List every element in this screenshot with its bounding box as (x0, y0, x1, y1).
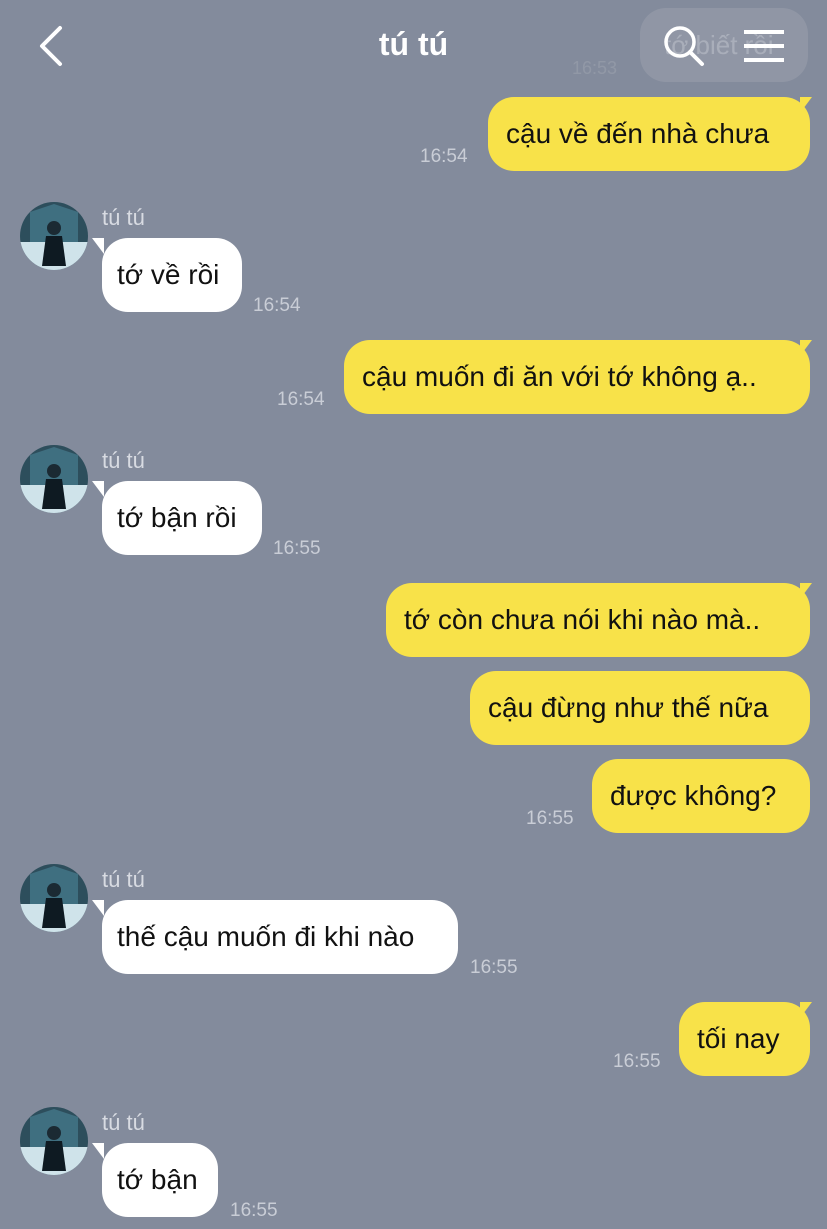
bubble-tail (92, 238, 104, 254)
incoming-message-bubble[interactable]: tớ bận (102, 1143, 218, 1217)
menu-button[interactable] (740, 24, 788, 68)
message-text: tớ còn chưa nói khi nào mà.. (404, 604, 761, 635)
message-text: tớ bận rồi (117, 502, 237, 533)
avatar[interactable] (20, 445, 88, 513)
message-text: tớ bận (117, 1164, 198, 1195)
sender-name: tú tú (102, 448, 145, 473)
message-time: 16:54 (253, 295, 301, 316)
bubble-tail (92, 1143, 104, 1159)
avatar-image (20, 202, 88, 270)
incoming-message-bubble[interactable]: tớ về rồi (102, 238, 242, 312)
incoming-message-bubble[interactable]: thế cậu muốn đi khi nào (102, 900, 458, 974)
bubble-tail (92, 481, 104, 497)
avatar-image (20, 864, 88, 932)
outgoing-message-bubble[interactable]: cậu đừng như thế nữa (470, 671, 810, 745)
message-text: tớ về rồi (117, 259, 220, 290)
incoming-message-bubble[interactable]: tớ bận rồi (102, 481, 262, 555)
message-time: 16:55 (470, 957, 518, 978)
bubble-tail (800, 97, 812, 113)
avatar[interactable] (20, 202, 88, 270)
sender-name: tú tú (102, 1110, 145, 1135)
search-button[interactable] (660, 22, 706, 68)
bubble-tail (92, 900, 104, 916)
message-time: 16:55 (613, 1051, 661, 1072)
sender-name: tú tú (102, 205, 145, 230)
message-text: thế cậu muốn đi khi nào (117, 921, 415, 952)
message-text: cậu đừng như thế nữa (488, 692, 769, 723)
sender-name: tú tú (102, 867, 145, 892)
message-time: 16:55 (526, 808, 574, 829)
outgoing-message-bubble[interactable]: tớ còn chưa nói khi nào mà.. (386, 583, 810, 657)
outgoing-message-bubble[interactable]: được không? (592, 759, 810, 833)
outgoing-message-bubble[interactable]: cậu về đến nhà chưa (488, 97, 810, 171)
bubble-tail (800, 583, 812, 599)
outgoing-message-bubble[interactable]: cậu muốn đi ăn với tớ không ạ.. (344, 340, 810, 414)
search-icon (664, 26, 704, 66)
avatar-image (20, 1107, 88, 1175)
message-time: 16:54 (277, 389, 325, 410)
avatar[interactable] (20, 1107, 88, 1175)
outgoing-message-bubble[interactable]: tối nay (679, 1002, 810, 1076)
menu-icon (744, 30, 784, 62)
avatar-image (20, 445, 88, 513)
chat-header: tớ biết rồi 16:53 tú tú (0, 0, 827, 92)
message-text: được không? (610, 780, 777, 811)
message-time: 16:55 (230, 1200, 278, 1221)
message-text: cậu muốn đi ăn với tớ không ạ.. (362, 361, 757, 392)
bubble-tail (800, 340, 812, 356)
bubble-tail (800, 1002, 812, 1018)
avatar[interactable] (20, 864, 88, 932)
message-time: 16:55 (273, 538, 321, 559)
message-text: cậu về đến nhà chưa (506, 118, 770, 149)
message-time: 16:54 (420, 146, 468, 167)
message-text: tối nay (697, 1023, 780, 1054)
